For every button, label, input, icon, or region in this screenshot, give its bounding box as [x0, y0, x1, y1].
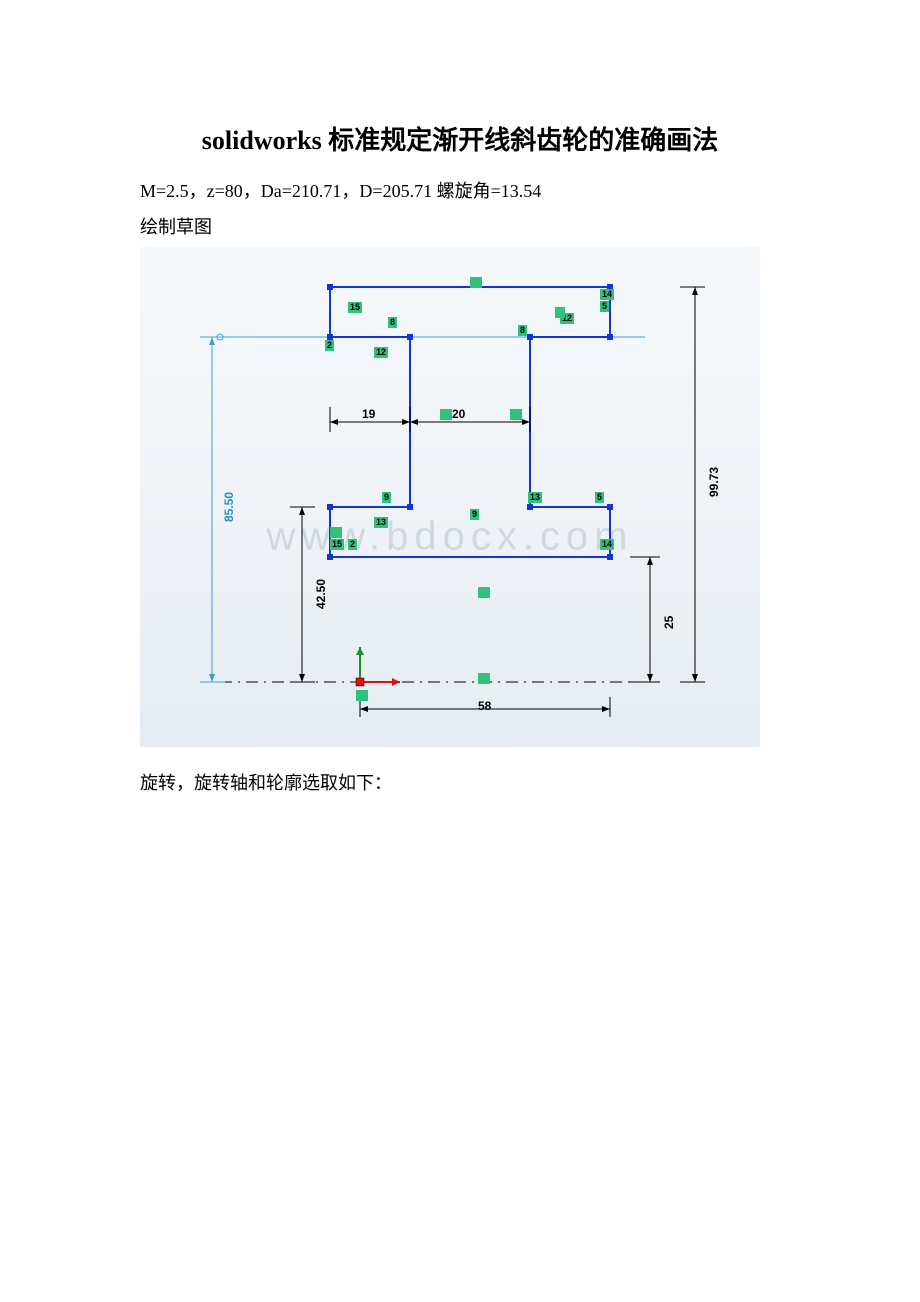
relation-tag-5: 5	[595, 492, 604, 503]
relation-tag-2: 2	[348, 539, 357, 550]
relation-marker	[356, 690, 368, 701]
dim-99-73: 99.73	[707, 467, 721, 497]
origin-x-arrow	[392, 678, 400, 686]
relation-marker	[330, 527, 342, 538]
relation-marker	[440, 409, 452, 420]
relation-tag-5: 5	[600, 301, 609, 312]
relation-tag-14: 14	[600, 539, 614, 550]
relation-tag-8: 8	[518, 325, 527, 336]
relation-marker	[510, 409, 522, 420]
page-title: solidworks 标准规定渐开线斜齿轮的准确画法	[140, 120, 780, 157]
relation-tag-8: 8	[388, 317, 397, 328]
sketch-caption: 绘制草图	[140, 213, 780, 239]
relation-tag-15: 15	[348, 302, 362, 313]
relation-marker	[555, 307, 565, 318]
dim-85-50: 85.50	[222, 492, 236, 522]
dim-20: 20	[452, 407, 465, 421]
relation-tag-9: 9	[382, 492, 391, 503]
revolve-caption: 旋转，旋转轴和轮廓选取如下：	[140, 769, 780, 795]
relation-tag-15: 15	[330, 539, 344, 550]
relation-tag-12: 12	[374, 347, 388, 358]
dim-25: 25	[662, 616, 676, 629]
relation-tag-14: 14	[600, 289, 614, 300]
relation-marker	[478, 587, 490, 598]
dim-58: 58	[478, 699, 491, 713]
origin-point	[356, 678, 364, 686]
relation-marker	[478, 673, 490, 684]
dim-19: 19	[362, 407, 375, 421]
sketch-figure: www.bdocx.com	[140, 247, 760, 747]
origin-y-arrow	[356, 647, 364, 655]
relation-marker	[470, 277, 482, 288]
relation-tag-9: 9	[470, 509, 479, 520]
relation-tag-2: 2	[325, 340, 334, 351]
relation-tag-13: 13	[374, 517, 388, 528]
relation-tag-13: 13	[528, 492, 542, 503]
dimension-arrows	[299, 287, 698, 712]
dimension-lines	[290, 287, 705, 717]
parameters-line: M=2.5，z=80，Da=210.71，D=205.71 螺旋角=13.54	[140, 177, 780, 203]
dim-42-50: 42.50	[314, 579, 328, 609]
